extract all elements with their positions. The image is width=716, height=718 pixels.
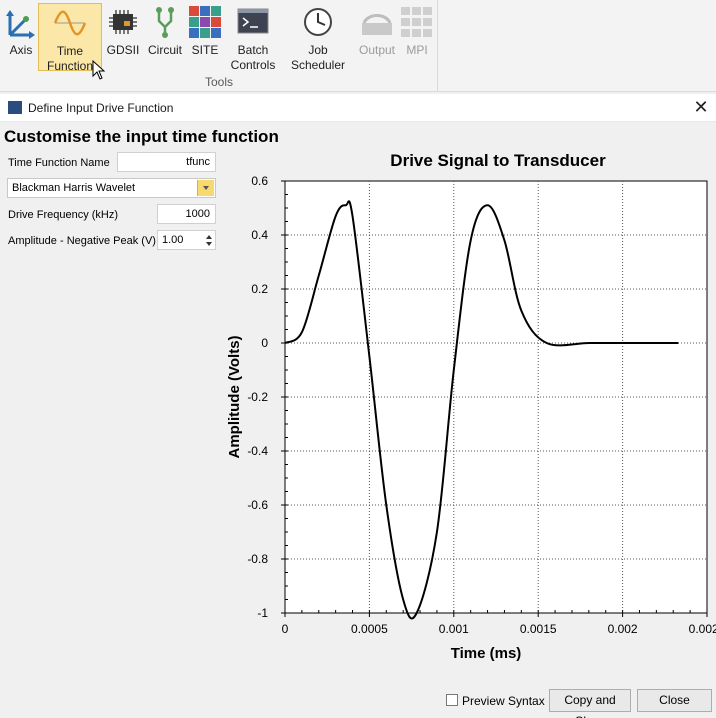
preview-syntax-label: Preview Syntax: [462, 694, 545, 708]
x-tick-label: 0.0005: [351, 622, 388, 636]
output-icon: [360, 5, 394, 39]
y-tick-label: -0.8: [247, 552, 268, 566]
x-tick-label: 0.0025: [689, 622, 716, 636]
chevron-down-icon[interactable]: [197, 180, 214, 196]
time-function-name-label: Time Function Name: [8, 157, 110, 169]
y-tick-label: 0.6: [251, 174, 268, 188]
site-grid-icon: [188, 5, 222, 39]
circuit-icon: [148, 5, 182, 39]
drive-signal-chart: Drive Signal to Transducer 0.6 0.4 0.2 0 -0.2…: [221, 146, 716, 685]
terminal-icon: [236, 5, 270, 39]
mpi-label: MPI: [406, 43, 428, 57]
close-icon[interactable]: ✕: [692, 97, 710, 117]
gdsii-label: GDSII: [106, 43, 140, 57]
y-axis-label: Amplitude (Volts): [226, 335, 243, 458]
x-tick-label: 0: [282, 622, 289, 636]
job-scheduler-button[interactable]: Job Scheduler: [289, 3, 347, 72]
dialog-titlebar: Define Input Drive Function ✕: [0, 94, 716, 122]
time-function-name-input[interactable]: tfunc: [117, 152, 216, 172]
define-input-drive-dialog: Define Input Drive Function ✕ Customise …: [0, 94, 716, 718]
y-tick-label: 0.2: [251, 282, 268, 296]
clock-icon: [301, 5, 335, 39]
output-label: Output: [358, 43, 396, 57]
y-tick-label: 0.4: [251, 228, 268, 242]
x-tick-label: 0.002: [608, 622, 638, 636]
site-button[interactable]: SITE: [188, 3, 222, 71]
drive-frequency-label: Drive Frequency (kHz): [8, 209, 119, 221]
dialog-title: Define Input Drive Function: [28, 101, 174, 115]
y-tick-label: -1: [257, 606, 268, 620]
output-button[interactable]: Output: [356, 3, 398, 71]
amplitude-value: 1.00: [162, 234, 184, 246]
app-icon: [8, 101, 22, 114]
close-button[interactable]: Close: [637, 689, 712, 712]
batch-controls-button[interactable]: Batch Controls: [228, 3, 278, 72]
mpi-grid-icon: [400, 5, 434, 39]
form-heading: Customise the input time function: [4, 127, 279, 146]
tools-group-label: Tools: [204, 75, 233, 89]
function-type-select[interactable]: Blackman Harris Wavelet: [7, 178, 216, 198]
mpi-button[interactable]: MPI: [400, 3, 434, 71]
y-tick-label: 0: [261, 336, 268, 350]
y-tick-label: -0.2: [247, 390, 268, 404]
sine-wave-icon: [53, 6, 87, 40]
amplitude-label: Amplitude - Negative Peak (V): [8, 235, 156, 247]
drive-frequency-input[interactable]: 1000: [157, 204, 216, 224]
chart-svg: Drive Signal to Transducer 0.6 0.4 0.2 0 -0.2…: [226, 151, 716, 662]
stepper-down-icon[interactable]: [206, 242, 212, 246]
x-tick-label: 0.0015: [520, 622, 557, 636]
preview-syntax-checkbox[interactable]: [446, 694, 458, 706]
x-tick-label: 0.001: [439, 622, 469, 636]
function-type-value: Blackman Harris Wavelet: [12, 182, 136, 194]
amplitude-stepper[interactable]: 1.00: [157, 230, 216, 250]
y-tick-label: -0.6: [247, 498, 268, 512]
tools-group: Axis Time Function GDSII Circuit SITE Ba…: [0, 0, 438, 92]
axis-icon: [4, 5, 38, 39]
stepper-up-icon[interactable]: [206, 235, 212, 239]
site-label: SITE: [191, 43, 219, 57]
circuit-button[interactable]: Circuit: [146, 3, 184, 71]
axis-label: Axis: [9, 43, 33, 57]
chart-title: Drive Signal to Transducer: [390, 151, 606, 170]
copy-and-close-button[interactable]: Copy and Close: [549, 689, 631, 718]
ribbon: Axis Time Function GDSII Circuit SITE Ba…: [0, 0, 716, 92]
chip-icon: [106, 5, 140, 39]
circuit-label: Circuit: [147, 43, 182, 57]
y-tick-label: -0.4: [247, 444, 268, 458]
x-axis-label: Time (ms): [451, 645, 522, 662]
gdsii-button[interactable]: GDSII: [105, 3, 141, 71]
axis-button[interactable]: Axis: [4, 3, 38, 71]
batch-controls-label: Batch Controls: [230, 43, 276, 72]
job-scheduler-label: Job Scheduler: [290, 43, 346, 72]
